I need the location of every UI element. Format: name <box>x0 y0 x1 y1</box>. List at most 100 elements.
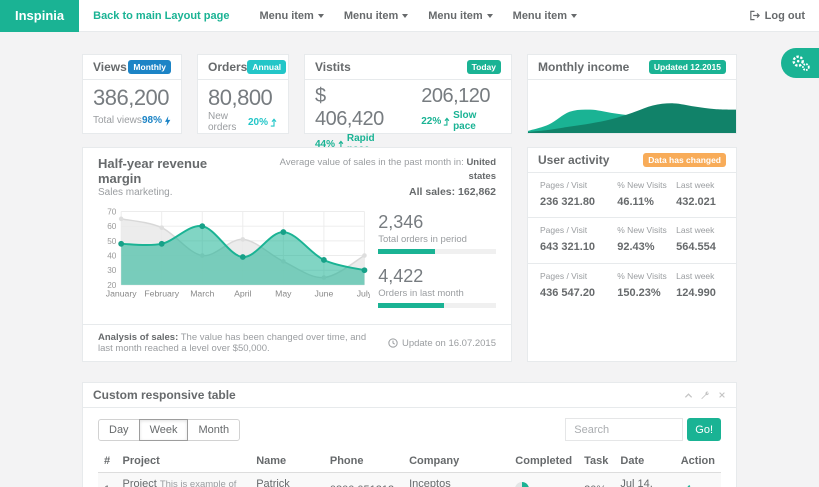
orders-month-label: Orders in last month <box>378 288 496 299</box>
orders-period-progress <box>378 249 496 254</box>
theme-settings-button[interactable] <box>781 48 819 78</box>
menu-item-1[interactable]: Menu item <box>249 10 333 22</box>
visits-value-2: 206,120 <box>421 85 501 108</box>
user-activity-title: User activity <box>538 153 609 167</box>
top-navbar: Inspinia Back to main Layout page Menu i… <box>0 0 819 32</box>
data-changed-badge: Data has changed <box>643 153 726 167</box>
orders-value: 80,800 <box>208 85 278 111</box>
views-widget: Views Monthly 386,200 Total views 98% <box>82 54 182 134</box>
views-title: Views <box>93 60 127 74</box>
updated-badge: Updated 12.2015 <box>649 60 726 74</box>
svg-text:January: January <box>106 289 138 299</box>
visits-value-1: $ 406,420 <box>315 85 399 131</box>
svg-text:March: March <box>190 289 214 299</box>
cell-num: 1 <box>98 473 117 487</box>
views-label: Total views <box>93 115 142 126</box>
stats-row: Views Monthly 386,200 Total views 98% Or… <box>82 54 737 134</box>
monthly-income-chart <box>528 80 736 133</box>
collapse-icon[interactable] <box>684 391 693 400</box>
svg-text:July: July <box>357 289 371 299</box>
revenue-stats: 2,346 Total orders in period 4,422 Order… <box>378 206 496 320</box>
cell-action <box>675 473 721 487</box>
projects-table: # Project Name Phone Company Completed T… <box>98 451 721 487</box>
tab-day[interactable]: Day <box>98 419 140 441</box>
svg-text:June: June <box>314 289 333 299</box>
table-row: 1 Project This is example of project Pat… <box>98 473 721 487</box>
brand-logo[interactable]: Inspinia <box>0 0 79 32</box>
back-to-layout-link[interactable]: Back to main Layout page <box>93 10 229 22</box>
col-header-date: Date <box>614 451 674 473</box>
cell-task: 20% <box>578 473 614 487</box>
cell-completed <box>509 473 578 487</box>
orders-period-label: Total orders in period <box>378 234 496 245</box>
logout-button[interactable]: Log out <box>749 10 805 22</box>
user-activity-panel: User activity Data has changed Pages / V… <box>527 147 737 362</box>
cell-date: Jul 14, 2013 <box>614 473 674 487</box>
bolt-icon <box>164 116 171 126</box>
responsive-table-panel: Custom responsive table Day Week Month G… <box>82 382 737 487</box>
col-header-action: Action <box>675 451 721 473</box>
revenue-chart: 203040506070JanuaryFebruaryMarchAprilMay… <box>98 206 370 302</box>
all-sales: All sales: 162,862 <box>252 185 496 201</box>
orders-period-value: 2,346 <box>378 212 496 233</box>
svg-text:50: 50 <box>107 237 117 246</box>
orders-title: Orders <box>208 60 247 74</box>
gears-icon <box>789 53 811 73</box>
caret-down-icon <box>402 14 408 18</box>
analysis-text: Analysis of sales: The value has been ch… <box>98 332 378 354</box>
orders-label: New orders <box>208 111 248 133</box>
col-header-company: Company <box>403 451 509 473</box>
nav-menu: Menu item Menu item Menu item Menu item <box>249 10 587 22</box>
visits-widget: Vistits Today $ 406,420 44%Rapid pace 20… <box>304 54 512 134</box>
monthly-income-title: Monthly income <box>538 60 629 74</box>
go-button[interactable]: Go! <box>687 418 721 441</box>
col-header-project: Project <box>117 451 251 473</box>
clock-icon <box>388 338 398 348</box>
period-tabs: Day Week Month <box>98 419 240 441</box>
completed-pie-icon <box>515 482 529 487</box>
cell-name: Patrick Smith <box>250 473 324 487</box>
svg-text:60: 60 <box>107 222 117 231</box>
revenue-note: Average value of sales in the past month… <box>252 156 496 200</box>
svg-text:30: 30 <box>107 266 117 275</box>
svg-text:April: April <box>234 289 251 299</box>
svg-text:70: 70 <box>107 208 117 217</box>
wrench-icon[interactable] <box>701 391 710 400</box>
revenue-subtitle: Sales marketing. <box>98 187 252 198</box>
views-value: 386,200 <box>93 85 171 111</box>
cell-company: Inceptos Hymenaeos Ltd <box>403 473 509 487</box>
orders-month-progress <box>378 303 496 308</box>
col-header-task: Task <box>578 451 614 473</box>
cell-phone: 0800 051213 <box>324 473 403 487</box>
activity-row: Pages / Visit436 547.20 % New Visits150.… <box>528 264 736 308</box>
caret-down-icon <box>571 14 577 18</box>
orders-month-value: 4,422 <box>378 266 496 287</box>
revenue-title: Half-year revenue margin <box>98 156 252 186</box>
col-header-name: Name <box>250 451 324 473</box>
visits-title: Vistits <box>315 60 351 74</box>
search-input[interactable] <box>565 418 683 441</box>
close-icon[interactable] <box>718 391 726 399</box>
today-badge: Today <box>467 60 501 74</box>
tab-month[interactable]: Month <box>187 419 240 441</box>
revenue-panel: Half-year revenue margin Sales marketing… <box>82 147 512 362</box>
cell-project: Project This is example of project <box>117 473 251 487</box>
annual-badge: Annual <box>247 60 286 74</box>
orders-widget: Orders Annual 80,800 New orders 20% <box>197 54 289 134</box>
tab-week[interactable]: Week <box>139 419 189 441</box>
menu-item-4[interactable]: Menu item <box>503 10 587 22</box>
menu-item-3[interactable]: Menu item <box>418 10 502 22</box>
col-header-completed: Completed <box>509 451 578 473</box>
caret-down-icon <box>318 14 324 18</box>
update-info: Update on 16.07.2015 <box>388 338 496 349</box>
svg-text:May: May <box>275 289 292 299</box>
activity-row: Pages / Visit236 321.80 % New Visits46.1… <box>528 173 736 218</box>
svg-text:February: February <box>144 289 179 299</box>
activity-row: Pages / Visit643 321.10 % New Visits92.4… <box>528 218 736 263</box>
menu-item-2[interactable]: Menu item <box>334 10 418 22</box>
level-up-icon <box>270 118 278 127</box>
monthly-badge: Monthly <box>128 60 171 74</box>
table-panel-title: Custom responsive table <box>93 388 236 402</box>
col-header-num: # <box>98 451 117 473</box>
svg-text:40: 40 <box>107 252 117 261</box>
